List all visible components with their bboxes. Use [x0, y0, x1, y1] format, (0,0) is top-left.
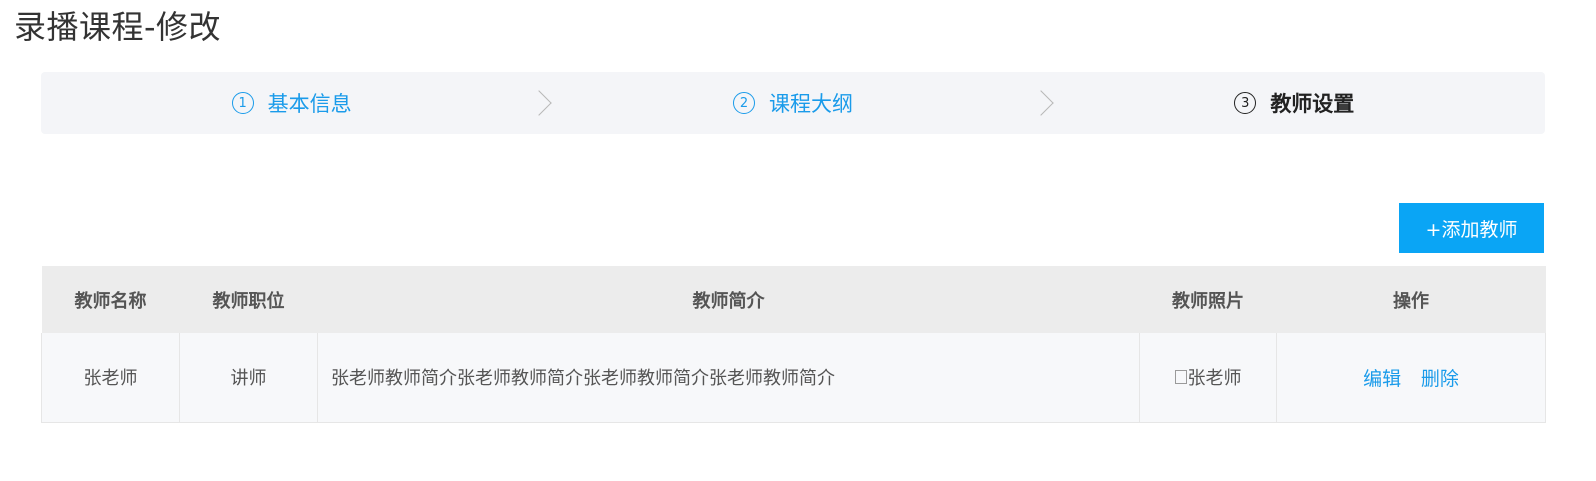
teacher-table: 教师名称 教师职位 教师简介 教师照片 操作 张老师 讲师 张老师教师简介张老师…: [41, 266, 1546, 423]
teacher-photo-alt-text: 张老师: [1187, 368, 1242, 390]
step-label: 教师设置: [1270, 92, 1355, 116]
actions-cell: 编辑 删除: [1276, 333, 1546, 423]
step-progress-bar: 1 基本信息 2 课程大纲 3 教师设置: [41, 72, 1545, 134]
step-label: 课程大纲: [768, 92, 853, 116]
teacher-photo-cell: 张老师: [1139, 333, 1277, 423]
step-teacher-settings[interactable]: 3 教师设置: [1044, 72, 1545, 134]
step-label: 基本信息: [267, 92, 352, 116]
teacher-intro-cell: 张老师教师简介张老师教师简介张老师教师简介张老师教师简介: [317, 333, 1140, 423]
delete-link[interactable]: 删除: [1421, 368, 1459, 390]
teacher-name-cell: 张老师: [41, 333, 180, 423]
table-header-row: 教师名称 教师职位 教师简介 教师照片 操作: [41, 266, 1546, 333]
add-teacher-button[interactable]: +添加教师: [1399, 203, 1544, 253]
step-course-outline[interactable]: 2 课程大纲: [542, 72, 1054, 134]
teacher-photo: 张老师: [1174, 364, 1242, 390]
table-row: 张老师 讲师 张老师教师简介张老师教师简介张老师教师简介张老师教师简介 张老师 …: [41, 333, 1546, 423]
step-basic-info[interactable]: 1 基本信息: [41, 72, 553, 134]
step-number-icon: 3: [1234, 92, 1257, 114]
column-header-name: 教师名称: [41, 266, 180, 333]
step-number-icon: 1: [231, 92, 254, 114]
column-header-actions: 操作: [1276, 266, 1546, 333]
broken-image-icon: [1174, 370, 1187, 385]
edit-link[interactable]: 编辑: [1363, 368, 1401, 390]
column-header-photo: 教师照片: [1139, 266, 1277, 333]
teacher-position-cell: 讲师: [179, 333, 318, 423]
column-header-intro: 教师简介: [317, 266, 1140, 333]
step-number-icon: 2: [732, 92, 755, 114]
page-title: 录播课程-修改: [14, 8, 222, 46]
column-header-position: 教师职位: [179, 266, 318, 333]
